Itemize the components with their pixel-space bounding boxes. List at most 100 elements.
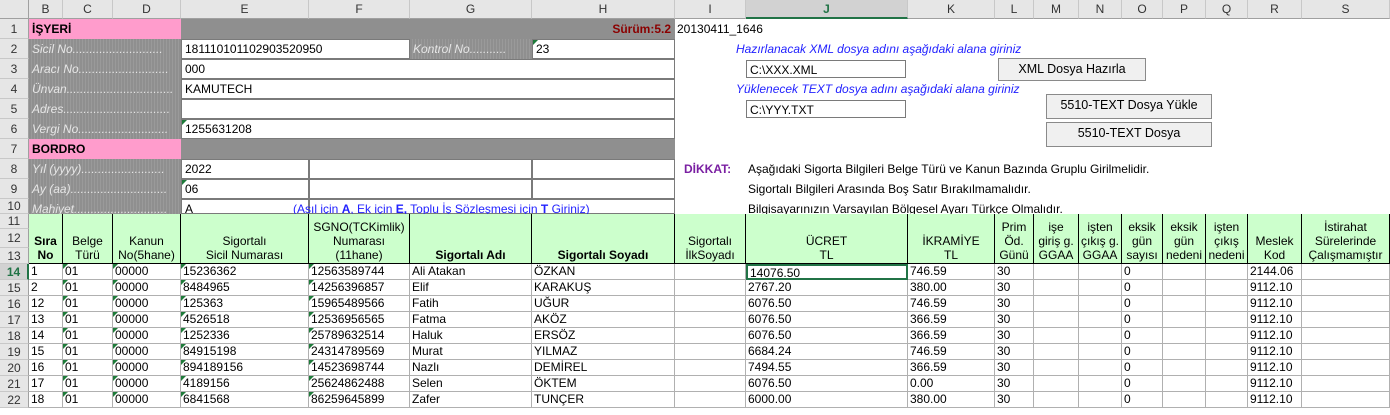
select-all-corner[interactable] [0, 0, 29, 19]
data-cell-i14[interactable] [675, 264, 746, 280]
data-cell-c20[interactable]: 01 [63, 360, 113, 376]
column-header-b[interactable]: B [29, 0, 63, 19]
xml-prepare-button[interactable]: XML Dosya Hazırla [998, 58, 1146, 81]
data-cell-c22[interactable]: 01 [63, 392, 113, 408]
row-header-7[interactable]: 7 [0, 139, 29, 159]
data-cell-o19[interactable]: 0 [1122, 344, 1163, 360]
data-cell-h21[interactable]: ÖKTEM [532, 376, 675, 392]
data-cell-o17[interactable]: 0 [1122, 312, 1163, 328]
data-cell-c21[interactable]: 01 [63, 376, 113, 392]
data-cell-l19[interactable]: 30 [995, 344, 1034, 360]
data-cell-p21[interactable] [1163, 376, 1206, 392]
data-cell-p15[interactable] [1163, 280, 1206, 296]
data-cell-e20[interactable]: 894189156 [181, 360, 309, 376]
data-cell-m20[interactable] [1034, 360, 1079, 376]
data-cell-h16[interactable]: UĞUR [532, 296, 675, 312]
data-cell-n15[interactable] [1079, 280, 1122, 296]
row-header-20[interactable]: 20 [0, 360, 29, 376]
data-cell-s16[interactable] [1302, 296, 1390, 312]
data-cell-s21[interactable] [1302, 376, 1390, 392]
row-header-21[interactable]: 21 [0, 376, 29, 392]
data-cell-e22[interactable]: 6841568 [181, 392, 309, 408]
data-cell-g14[interactable]: Ali Atakan [410, 264, 532, 280]
column-header-e[interactable]: E [181, 0, 309, 19]
data-cell-o22[interactable]: 0 [1122, 392, 1163, 408]
row-header-17[interactable]: 17 [0, 312, 29, 328]
data-cell-d20[interactable]: 00000 [113, 360, 181, 376]
data-cell-b17[interactable]: 13 [29, 312, 63, 328]
data-cell-f18[interactable]: 25789632514 [309, 328, 410, 344]
data-cell-e16[interactable]: 125363 [181, 296, 309, 312]
data-cell-i21[interactable] [675, 376, 746, 392]
data-cell-h15[interactable]: KARAKUŞ [532, 280, 675, 296]
text-file-button[interactable]: 5510-TEXT Dosya [1046, 122, 1212, 147]
row-header-3[interactable]: 3 [0, 59, 29, 79]
data-cell-f17[interactable]: 12536956565 [309, 312, 410, 328]
data-cell-i22[interactable] [675, 392, 746, 408]
data-cell-m16[interactable] [1034, 296, 1079, 312]
data-cell-n19[interactable] [1079, 344, 1122, 360]
data-cell-l22[interactable]: 30 [995, 392, 1034, 408]
data-cell-f14[interactable]: 12563589744 [309, 264, 410, 280]
data-cell-r19[interactable]: 9112.10 [1248, 344, 1302, 360]
data-cell-q20[interactable] [1206, 360, 1248, 376]
data-cell-l16[interactable]: 30 [995, 296, 1034, 312]
data-cell-b22[interactable]: 18 [29, 392, 63, 408]
column-header-m[interactable]: M [1034, 0, 1079, 19]
data-cell-p14[interactable] [1163, 264, 1206, 280]
data-cell-l15[interactable]: 30 [995, 280, 1034, 296]
row-header-5[interactable]: 5 [0, 99, 29, 119]
data-cell-f19[interactable]: 24314789569 [309, 344, 410, 360]
column-header-h[interactable]: H [532, 0, 675, 19]
data-cell-q17[interactable] [1206, 312, 1248, 328]
row-header-13[interactable]: 13 [0, 248, 29, 264]
kontrol-no-input[interactable]: 23 [532, 39, 675, 59]
row-header-6[interactable]: 6 [0, 119, 29, 139]
data-cell-j14[interactable]: 14076.50 [746, 264, 908, 280]
data-cell-p17[interactable] [1163, 312, 1206, 328]
data-cell-s14[interactable] [1302, 264, 1390, 280]
data-cell-d18[interactable]: 00000 [113, 328, 181, 344]
unvan-input[interactable]: KAMUTECH [181, 79, 675, 99]
data-cell-l17[interactable]: 30 [995, 312, 1034, 328]
column-header-o[interactable]: O [1122, 0, 1163, 19]
data-cell-b20[interactable]: 16 [29, 360, 63, 376]
data-cell-d16[interactable]: 00000 [113, 296, 181, 312]
data-cell-n17[interactable] [1079, 312, 1122, 328]
data-cell-n21[interactable] [1079, 376, 1122, 392]
row-header-15[interactable]: 15 [0, 280, 29, 296]
data-cell-r22[interactable]: 9112.10 [1248, 392, 1302, 408]
data-cell-j18[interactable]: 6076.50 [746, 328, 908, 344]
column-header-p[interactable]: P [1163, 0, 1206, 19]
data-cell-d15[interactable]: 00000 [113, 280, 181, 296]
data-cell-j22[interactable]: 6000.00 [746, 392, 908, 408]
data-cell-q21[interactable] [1206, 376, 1248, 392]
data-cell-i20[interactable] [675, 360, 746, 376]
data-cell-q14[interactable] [1206, 264, 1248, 280]
row-header-14[interactable]: 14 [0, 264, 29, 280]
data-cell-o15[interactable]: 0 [1122, 280, 1163, 296]
data-cell-f16[interactable]: 15965489566 [309, 296, 410, 312]
data-cell-n14[interactable] [1079, 264, 1122, 280]
data-cell-m22[interactable] [1034, 392, 1079, 408]
data-cell-s22[interactable] [1302, 392, 1390, 408]
column-header-r[interactable]: R [1248, 0, 1302, 19]
data-cell-k19[interactable]: 746.59 [908, 344, 995, 360]
vergi-no-input[interactable]: 1255631208 [181, 119, 675, 139]
row-header-11[interactable]: 11 [0, 214, 29, 229]
data-cell-b15[interactable]: 2 [29, 280, 63, 296]
data-cell-i18[interactable] [675, 328, 746, 344]
data-cell-s17[interactable] [1302, 312, 1390, 328]
data-cell-o21[interactable]: 0 [1122, 376, 1163, 392]
data-cell-g19[interactable]: Murat [410, 344, 532, 360]
data-cell-g21[interactable]: Selen [410, 376, 532, 392]
column-header-g[interactable]: G [410, 0, 532, 19]
data-cell-l14[interactable]: 30 [995, 264, 1034, 280]
data-cell-g16[interactable]: Fatih [410, 296, 532, 312]
data-cell-p20[interactable] [1163, 360, 1206, 376]
araci-no-input[interactable]: 000 [181, 59, 675, 79]
data-cell-q19[interactable] [1206, 344, 1248, 360]
data-cell-o18[interactable]: 0 [1122, 328, 1163, 344]
row-header-4[interactable]: 4 [0, 79, 29, 99]
data-cell-k18[interactable]: 366.59 [908, 328, 995, 344]
